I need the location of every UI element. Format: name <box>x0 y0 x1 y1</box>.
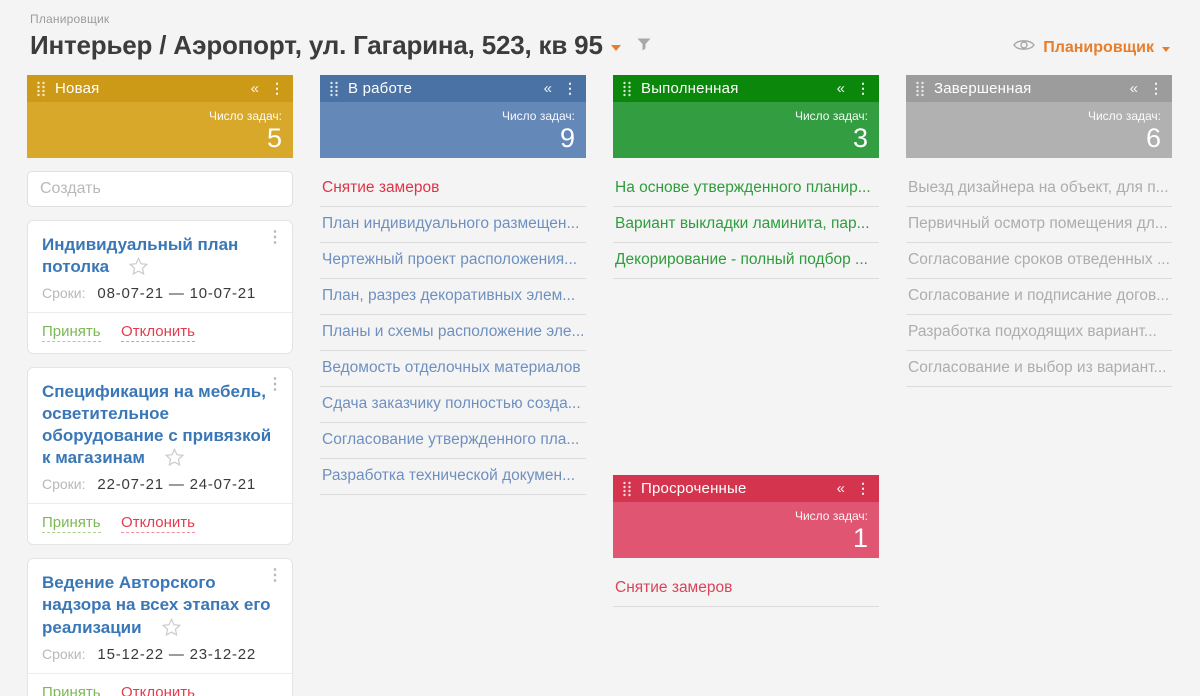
column-new: Новая « ⋮ Число задач: 5 ⋮ Индивидуальны… <box>27 75 293 696</box>
decline-link[interactable]: Отклонить <box>121 514 195 533</box>
task-count-value: 1 <box>613 523 868 553</box>
deadline-label: Сроки: <box>42 476 86 492</box>
task-item[interactable]: Согласование утвержденного пла... <box>320 423 586 459</box>
task-count-value: 3 <box>613 123 868 153</box>
task-count-label: Число задач: <box>613 109 868 123</box>
star-icon[interactable] <box>129 262 148 279</box>
column-completed: Выполненная « ⋮ Число задач: 3 На основе… <box>613 75 879 279</box>
column-menu-icon[interactable]: ⋮ <box>563 80 577 97</box>
task-count-label: Число задач: <box>27 109 282 123</box>
view-selector[interactable]: Планировщик <box>1013 38 1170 57</box>
task-count-value: 5 <box>27 123 282 153</box>
deadline-value: 22-07-21 — 24-07-21 <box>97 476 256 493</box>
deadline-value: 08-07-21 — 10-07-21 <box>97 285 256 302</box>
column-title: В работе <box>348 80 544 97</box>
column-title: Просроченные <box>641 480 837 497</box>
column-header: В работе « ⋮ <box>320 75 586 102</box>
task-item[interactable]: Декорирование - полный подбор ... <box>613 243 879 279</box>
task-item[interactable]: Вариант выкладки ламинита, пар... <box>613 207 879 243</box>
task-item[interactable]: План, разрез декоративных элем... <box>320 279 586 315</box>
view-selector-label: Планировщик <box>1043 39 1154 57</box>
filter-icon[interactable] <box>637 38 651 56</box>
accept-link[interactable]: Принять <box>42 323 101 342</box>
task-count-block: Число задач: 5 <box>27 102 293 158</box>
column-title: Новая <box>55 80 251 97</box>
task-item[interactable]: Первичный осмотр помещения дл... <box>906 207 1172 243</box>
kanban-board: Новая « ⋮ Число задач: 5 ⋮ Индивидуальны… <box>0 67 1200 696</box>
title-dropdown-caret-icon[interactable] <box>611 45 621 51</box>
task-count-block: Число задач: 6 <box>906 102 1172 158</box>
task-item[interactable]: Планы и схемы расположение эле... <box>320 315 586 351</box>
task-item[interactable]: Согласование и подписание догов... <box>906 279 1172 315</box>
column-menu-icon[interactable]: ⋮ <box>856 480 870 497</box>
column-closed: Завершенная « ⋮ Число задач: 6 Выезд диз… <box>906 75 1172 387</box>
column-in-progress: В работе « ⋮ Число задач: 9 Снятие замер… <box>320 75 586 495</box>
task-count-label: Число задач: <box>613 509 868 523</box>
column-menu-icon[interactable]: ⋮ <box>270 80 284 97</box>
task-item[interactable]: Ведомость отделочных материалов <box>320 351 586 387</box>
task-item[interactable]: Разработка технической докумен... <box>320 459 586 495</box>
column-title: Завершенная <box>934 80 1130 97</box>
task-card[interactable]: ⋮ Спецификация на мебель, осветительное … <box>27 367 293 545</box>
task-item[interactable]: Разработка подходящих вариант... <box>906 315 1172 351</box>
drag-handle-icon[interactable] <box>622 481 632 497</box>
task-card[interactable]: ⋮ Ведение Авторского надзора на всех эта… <box>27 558 293 696</box>
task-item[interactable]: На основе утвержденного планир... <box>613 171 879 207</box>
task-item[interactable]: Согласование и выбор из вариант... <box>906 351 1172 387</box>
card-menu-icon[interactable]: ⋮ <box>267 377 283 393</box>
collapse-column-icon[interactable]: « <box>251 80 259 97</box>
column-header: Просроченные « ⋮ <box>613 475 879 502</box>
deadline-label: Сроки: <box>42 285 86 301</box>
view-selector-caret-icon <box>1162 47 1170 52</box>
task-item[interactable]: Чертежный проект расположения... <box>320 243 586 279</box>
task-item[interactable]: Снятие замеров <box>320 171 586 207</box>
task-count-value: 6 <box>906 123 1161 153</box>
decline-link[interactable]: Отклонить <box>121 323 195 342</box>
card-menu-icon[interactable]: ⋮ <box>267 230 283 246</box>
drag-handle-icon[interactable] <box>36 81 46 97</box>
column-header: Завершенная « ⋮ <box>906 75 1172 102</box>
card-title[interactable]: Ведение Авторского надзора на всех этапа… <box>42 573 271 636</box>
column-menu-icon[interactable]: ⋮ <box>856 80 870 97</box>
column-menu-icon[interactable]: ⋮ <box>1149 80 1163 97</box>
star-icon[interactable] <box>162 623 181 640</box>
collapse-column-icon[interactable]: « <box>837 480 845 497</box>
page-title: Интерьер / Аэропорт, ул. Гагарина, 523, … <box>30 30 603 61</box>
column-title: Выполненная <box>641 80 837 97</box>
accept-link[interactable]: Принять <box>42 514 101 533</box>
deadline-value: 15-12-22 — 23-12-22 <box>97 646 256 663</box>
task-item[interactable]: Согласование сроков отведенных ... <box>906 243 1172 279</box>
task-item[interactable]: Сдача заказчику полностью созда... <box>320 387 586 423</box>
card-menu-icon[interactable]: ⋮ <box>267 568 283 584</box>
collapse-column-icon[interactable]: « <box>544 80 552 97</box>
card-title[interactable]: Спецификация на мебель, осветительное об… <box>42 382 271 467</box>
task-count-block: Число задач: 3 <box>613 102 879 158</box>
star-icon[interactable] <box>165 453 184 470</box>
task-count-block: Число задач: 1 <box>613 502 879 558</box>
drag-handle-icon[interactable] <box>915 81 925 97</box>
task-item[interactable]: План индивидуального размещен... <box>320 207 586 243</box>
page-header: Планировщик Интерьер / Аэропорт, ул. Гаг… <box>0 0 1200 67</box>
create-task-input[interactable] <box>27 171 293 207</box>
accept-link[interactable]: Принять <box>42 684 101 696</box>
deadline-label: Сроки: <box>42 646 86 662</box>
column-header: Новая « ⋮ <box>27 75 293 102</box>
drag-handle-icon[interactable] <box>329 81 339 97</box>
column-overdue: Просроченные « ⋮ Число задач: 1 Снятие з… <box>613 475 879 607</box>
column-header: Выполненная « ⋮ <box>613 75 879 102</box>
eye-icon <box>1013 38 1035 57</box>
app-label: Планировщик <box>30 12 1170 26</box>
collapse-column-icon[interactable]: « <box>837 80 845 97</box>
task-count-label: Число задач: <box>906 109 1161 123</box>
task-count-label: Число задач: <box>320 109 575 123</box>
task-count-value: 9 <box>320 123 575 153</box>
task-item[interactable]: Снятие замеров <box>613 571 879 607</box>
task-count-block: Число задач: 9 <box>320 102 586 158</box>
drag-handle-icon[interactable] <box>622 81 632 97</box>
decline-link[interactable]: Отклонить <box>121 684 195 696</box>
task-card[interactable]: ⋮ Индивидуальный план потолка Сроки: 08-… <box>27 220 293 354</box>
task-item[interactable]: Выезд дизайнера на объект, для п... <box>906 171 1172 207</box>
collapse-column-icon[interactable]: « <box>1130 80 1138 97</box>
